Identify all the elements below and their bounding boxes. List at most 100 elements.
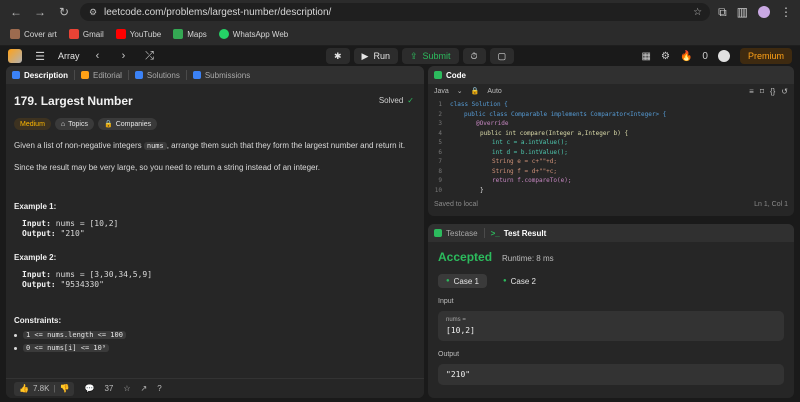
code-line: 8 String f = d+""+c; [428, 167, 794, 177]
thumbs-up-icon: 👍 [19, 384, 29, 393]
sidepanel-icon[interactable]: ▥ [737, 5, 748, 19]
example-block: Input: nums = [3,30,34,5,9] Output: "953… [14, 270, 416, 290]
leetcode-logo[interactable] [8, 49, 22, 63]
constraint-text: 1 <= nums.length <= 100 [23, 331, 126, 339]
tab-test-result[interactable]: >_ Test Result [491, 229, 547, 238]
bookmark-label: Maps [187, 29, 207, 39]
bookmark-whatsapp[interactable]: WhatsApp Web [218, 29, 289, 39]
tab-editorial[interactable]: Editorial [81, 71, 122, 80]
bookmark-maps[interactable]: Maps [173, 29, 207, 39]
example-input: nums = [10,2] [55, 219, 119, 228]
reset-icon[interactable]: ↺ [781, 87, 788, 96]
tab-description[interactable]: Description [12, 71, 68, 80]
case-tabs: ● Case 1 ● Case 2 [438, 274, 784, 288]
problem-list-label[interactable]: Array [58, 51, 80, 61]
line-number: 4 [438, 129, 442, 137]
variable-label: nums = [446, 317, 466, 323]
language-select[interactable]: Java [434, 88, 449, 95]
chevron-down-icon: ⌄ [456, 88, 463, 95]
tab-submissions[interactable]: Submissions [192, 71, 250, 80]
tab-testcase[interactable]: Testcase [434, 229, 478, 238]
code-text: @Override [476, 120, 509, 127]
bookmark-label: Gmail [82, 29, 104, 39]
bug-icon: ✱ [334, 50, 342, 61]
alarm-icon: ⏱ [470, 50, 478, 61]
problem-list-icon[interactable]: ☰ [32, 48, 48, 64]
help-icon[interactable]: ? [157, 384, 161, 393]
layout-icon[interactable]: ▦ [642, 51, 651, 62]
profile-avatar[interactable] [758, 6, 770, 18]
bullet [14, 346, 17, 350]
timer-button[interactable]: ⏱ [462, 48, 486, 64]
divider [483, 228, 485, 238]
browser-chrome: ← → ↻ ⚙ leetcode.com/problems/largest-nu… [0, 0, 800, 46]
bookmark-label: WhatsApp Web [232, 29, 289, 39]
check-circle-icon: ✓ [407, 96, 414, 105]
save-status: Saved to local [434, 200, 478, 208]
star-icon[interactable]: ☆ [123, 384, 130, 393]
notes-button[interactable]: ▢ [489, 48, 515, 64]
code-line: 1 class Solution { [428, 100, 794, 110]
topics-tag[interactable]: ⌂ Topics [54, 118, 94, 130]
prev-problem-icon[interactable]: ‹ [90, 48, 106, 64]
input-label: Input: [22, 270, 51, 279]
forward-icon[interactable]: → [32, 4, 48, 20]
description-panel: Description Editorial Solutions Submissi… [6, 66, 424, 398]
debug-button[interactable]: ✱ [326, 48, 350, 64]
code-text: class Solution { [450, 101, 508, 108]
submit-button[interactable]: ⇪ Submit [401, 48, 459, 64]
braces-icon[interactable]: {} [770, 87, 775, 96]
description-footer: 👍 7.8K | 👎 💬 37 ☆ ↗ ? [6, 378, 424, 398]
back-icon[interactable]: ← [8, 4, 24, 20]
bookmark-star-icon[interactable]: ☆ [693, 7, 702, 18]
next-problem-icon[interactable]: › [116, 48, 132, 64]
bookmark-icon[interactable]: ⌑ [760, 87, 764, 96]
comment-icon[interactable]: 💬 [84, 384, 94, 393]
extensions-icon[interactable]: ⧉ [718, 5, 727, 20]
site-info-icon[interactable]: ⚙ [88, 7, 98, 17]
result-body: Accepted Runtime: 8 ms ● Case 1 ● Case 2… [428, 242, 794, 393]
settings-icon[interactable]: ⚙ [661, 51, 670, 62]
fire-icon[interactable]: 🔥 [680, 51, 692, 62]
output-label: Output: [22, 280, 56, 289]
line-number: 6 [438, 148, 442, 156]
code-text: int d = b.intValue(); [492, 148, 568, 156]
description-icon [12, 71, 20, 79]
example-block: Input: nums = [10,2] Output: "210" [14, 219, 416, 239]
code-text: public int compare(Integer a,Integer b) … [480, 129, 629, 137]
input-box: nums = [10,2] [438, 311, 784, 341]
tab-label: Editorial [93, 70, 122, 80]
companies-tag[interactable]: 🔒 Companies [97, 118, 158, 130]
case-2-tab[interactable]: ● Case 2 [495, 274, 544, 288]
tab-solutions[interactable]: Solutions [134, 71, 180, 80]
code-editor[interactable]: 1 class Solution { 2 public class Comparab… [428, 98, 794, 196]
like-count: 7.8K [32, 384, 50, 393]
case-1-tab[interactable]: ● Case 1 [438, 274, 487, 288]
shuffle-icon[interactable]: ⤮ [142, 48, 158, 64]
tab-code[interactable]: Code [434, 71, 466, 80]
example-output: "9534330" [60, 280, 104, 289]
user-avatar[interactable] [717, 50, 730, 62]
code-line: 2 public class Comparable implements Comp… [428, 110, 794, 120]
bookmark-gmail[interactable]: Gmail [68, 29, 104, 39]
bookmark-cover-art[interactable]: Cover art [10, 29, 57, 39]
code-line: 6 int d = b.intValue(); [428, 148, 794, 158]
reload-icon[interactable]: ↻ [56, 4, 72, 20]
run-button[interactable]: ▶ Run [353, 48, 398, 64]
line-number: 10 [434, 186, 442, 194]
thumbs-down-icon[interactable]: 👎 [60, 384, 70, 393]
bookmark-youtube[interactable]: YouTube [115, 29, 161, 39]
format-icon[interactable]: ≡ [749, 87, 754, 96]
share-icon[interactable]: ↗ [141, 384, 148, 393]
line-number: 8 [438, 167, 442, 175]
divider [127, 70, 129, 80]
menu-icon[interactable]: ⋮ [780, 5, 792, 19]
address-bar[interactable]: ⚙ leetcode.com/problems/largest-number/d… [80, 3, 711, 21]
code-text: String e = c+""+d; [492, 158, 558, 165]
inline-code: nums [143, 142, 167, 150]
constraints-title: Constraints: [14, 316, 62, 325]
like-button[interactable]: 👍 7.8K | 👎 [14, 381, 75, 396]
premium-button[interactable]: Premium [739, 48, 792, 64]
autocomplete-toggle[interactable]: Auto [487, 88, 501, 95]
difficulty-badge[interactable]: Medium [14, 118, 51, 130]
